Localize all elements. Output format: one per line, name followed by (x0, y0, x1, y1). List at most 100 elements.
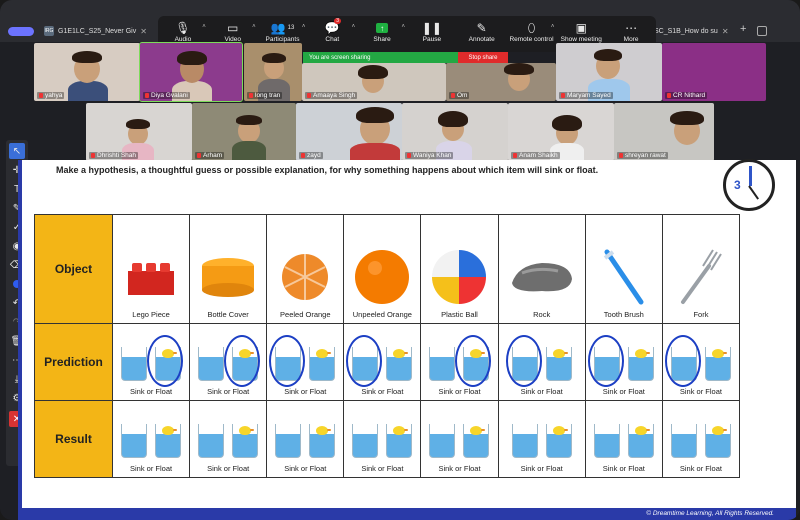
choice-text: Sink or Float (207, 464, 250, 473)
video-tile[interactable]: CR Nithard (662, 43, 766, 101)
table-row-result: Result Sink or Float Sink or Float Sink … (34, 399, 741, 479)
object-label: Rock (533, 309, 551, 319)
remote-control-label: Remote control (509, 36, 554, 43)
participant-name: Dhrishti Shah (89, 152, 139, 159)
sharing-status-text: You are screen sharing (309, 54, 371, 61)
chat-label: Chat (325, 36, 340, 43)
float-duck-glass-icon (463, 424, 490, 458)
result-cell: Sink or Float (420, 399, 499, 479)
choice-text: Sink or Float (679, 464, 722, 473)
slide-instruction: Make a hypothesis, a thoughtful guess or… (56, 165, 599, 175)
participant-name: Diya Gvalani (143, 92, 190, 99)
choice-text: Sink or Float (520, 386, 563, 396)
annotation-circle (224, 334, 261, 387)
muted-mic-icon (197, 153, 201, 158)
tab-title: SC_S1B_How do su (654, 27, 718, 35)
tab-overview-icon[interactable] (757, 26, 767, 36)
choice-text: Sink or Float (520, 464, 563, 473)
video-tile[interactable]: Amaaya Singh (302, 63, 446, 101)
video-tile[interactable]: Maryam Sayed (556, 43, 662, 101)
choice-text: Sink or Float (130, 464, 173, 473)
close-tab-icon[interactable]: ✕ (140, 27, 147, 36)
share-button[interactable]: ↑ ˄ Share (357, 20, 407, 43)
participant-name: zayd (299, 152, 323, 159)
muted-mic-icon (91, 153, 95, 158)
table-row-object: Object Lego Piece Bottle Cover Peeled Or… (34, 214, 741, 324)
sink-glass-icon (670, 424, 697, 458)
sink-glass-icon (198, 346, 225, 381)
chat-button[interactable]: 💬 3 ˄ Chat (307, 18, 357, 43)
browser-tab[interactable]: IRG G1E1LC_S25_Never Giv ✕ (44, 23, 147, 39)
sink-glass-icon (121, 424, 148, 458)
remote-control-button[interactable]: ⬯ ˄ Remote control (507, 20, 557, 44)
fork-image (677, 248, 725, 306)
lego-piece-image (124, 248, 178, 306)
browser-tab[interactable]: SC_S1B_How do su ✕ (654, 23, 729, 39)
sink-glass-icon (429, 424, 456, 458)
pause-icon: ❚❚ (421, 21, 442, 35)
object-cell: Tooth Brush (584, 214, 663, 324)
select-arrow-icon[interactable]: ↖ (9, 143, 25, 159)
pause-button[interactable]: ❚❚ Pause (407, 20, 457, 43)
zoom-screen-share-window: IRG G1E1LC_S25_Never Giv ✕ SC_S1B_How do… (0, 0, 800, 520)
sidebar-toggle[interactable] (8, 27, 34, 36)
participants-count: 13 (287, 25, 295, 31)
share-label: Share (373, 36, 391, 43)
video-tile[interactable]: Om (446, 63, 556, 101)
row-label: Prediction (34, 322, 113, 401)
result-cell: Sink or Float (661, 399, 741, 479)
video-button[interactable]: ▭ ˄ Video (208, 20, 258, 43)
video-tile[interactable]: Anam Shaikh (508, 103, 614, 161)
video-tile[interactable]: yahya (34, 43, 140, 101)
object-cell: Fork (661, 214, 741, 324)
chat-badge: 3 (334, 18, 342, 24)
result-cell: Sink or Float (343, 399, 422, 479)
object-cell: Lego Piece (111, 214, 191, 324)
new-tab-icon[interactable]: + (740, 23, 746, 35)
muted-mic-icon (619, 153, 623, 158)
result-cell: Sink or Float (584, 399, 663, 479)
participant-name: yahya (37, 92, 65, 99)
show-meeting-button[interactable]: ▣ Show meeting (556, 20, 606, 43)
annotation-circle (346, 334, 383, 387)
video-tile[interactable]: zayd (296, 103, 402, 161)
float-duck-glass-icon (386, 424, 413, 458)
people-icon: 👥 13 (270, 21, 295, 35)
audio-button[interactable]: 🎙 ˄ Audio (158, 20, 208, 43)
video-tile-active-speaker[interactable]: Diya Gvalani (139, 42, 243, 102)
sink-glass-icon (429, 346, 456, 381)
sink-glass-icon (121, 346, 148, 381)
object-label: Peeled Orange (280, 309, 331, 319)
participant-name: Arham (195, 152, 225, 159)
choice-text: Sink or Float (602, 386, 645, 396)
participant-name: CR Nithard (665, 92, 708, 99)
more-button[interactable]: ⋯ More (606, 20, 656, 43)
video-tile[interactable]: Arham (192, 103, 296, 161)
annotate-button[interactable]: ✎ Annotate (457, 20, 507, 43)
share-screen-icon: ↑ (376, 23, 389, 33)
choice-text: Sink or Float (361, 386, 404, 396)
annotation-circle (147, 334, 184, 387)
object-cell: Peeled Orange (266, 214, 345, 324)
video-tile[interactable]: Dhrishti Shah (86, 103, 192, 161)
video-tile[interactable]: long tran (244, 43, 302, 101)
choice-text: Sink or Float (679, 386, 722, 396)
stop-share-button[interactable]: Stop share (458, 52, 508, 63)
participants-button[interactable]: 👥 13 ˄ Participants (258, 20, 308, 43)
float-duck-glass-icon (704, 424, 731, 458)
tab-title: G1E1LC_S25_Never Giv (58, 27, 137, 35)
muted-mic-icon (667, 93, 671, 98)
choice-text: Sink or Float (361, 464, 404, 473)
result-cell: Sink or Float (189, 399, 268, 479)
object-cell: Rock (497, 214, 586, 324)
countdown-timer: 3 (723, 159, 775, 211)
float-duck-glass-icon (309, 346, 336, 381)
more-label: More (623, 36, 639, 43)
float-duck-glass-icon (627, 346, 654, 381)
prediction-cell: Sink or Float (189, 322, 268, 401)
video-tile[interactable]: shreyan rawat (614, 103, 714, 161)
close-tab-icon[interactable]: ✕ (722, 27, 729, 36)
participant-name: Maryam Sayed (559, 92, 613, 99)
video-tile[interactable]: Waniya Khan (402, 103, 508, 161)
muted-mic-icon (307, 93, 311, 98)
